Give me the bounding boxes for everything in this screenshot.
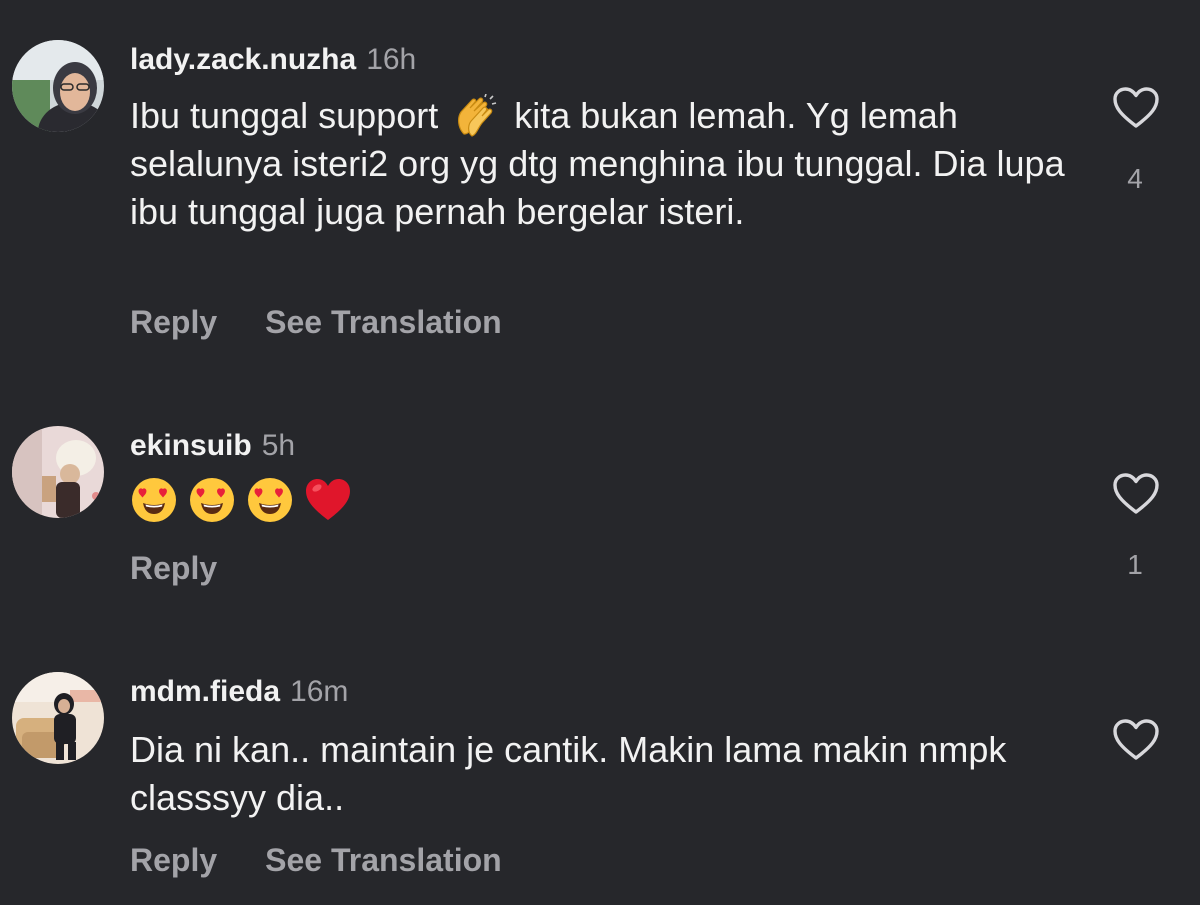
- timestamp: 16m: [290, 675, 349, 708]
- reply-button[interactable]: Reply: [130, 842, 217, 878]
- comment-text: Dia ni kan.. maintain je cantik. Makin l…: [130, 729, 1007, 818]
- username[interactable]: mdm.fieda: [130, 675, 280, 708]
- comment-item: mdm.fieda 16m Dia ni kan.. maintain je ca…: [0, 0, 1200, 905]
- see-translation-button[interactable]: See Translation: [265, 842, 502, 878]
- comment-header: mdm.fieda 16m: [130, 674, 348, 710]
- avatar[interactable]: [12, 672, 104, 764]
- heart-outline-icon[interactable]: [1112, 718, 1160, 762]
- comment-actions: Reply See Translation: [130, 840, 502, 880]
